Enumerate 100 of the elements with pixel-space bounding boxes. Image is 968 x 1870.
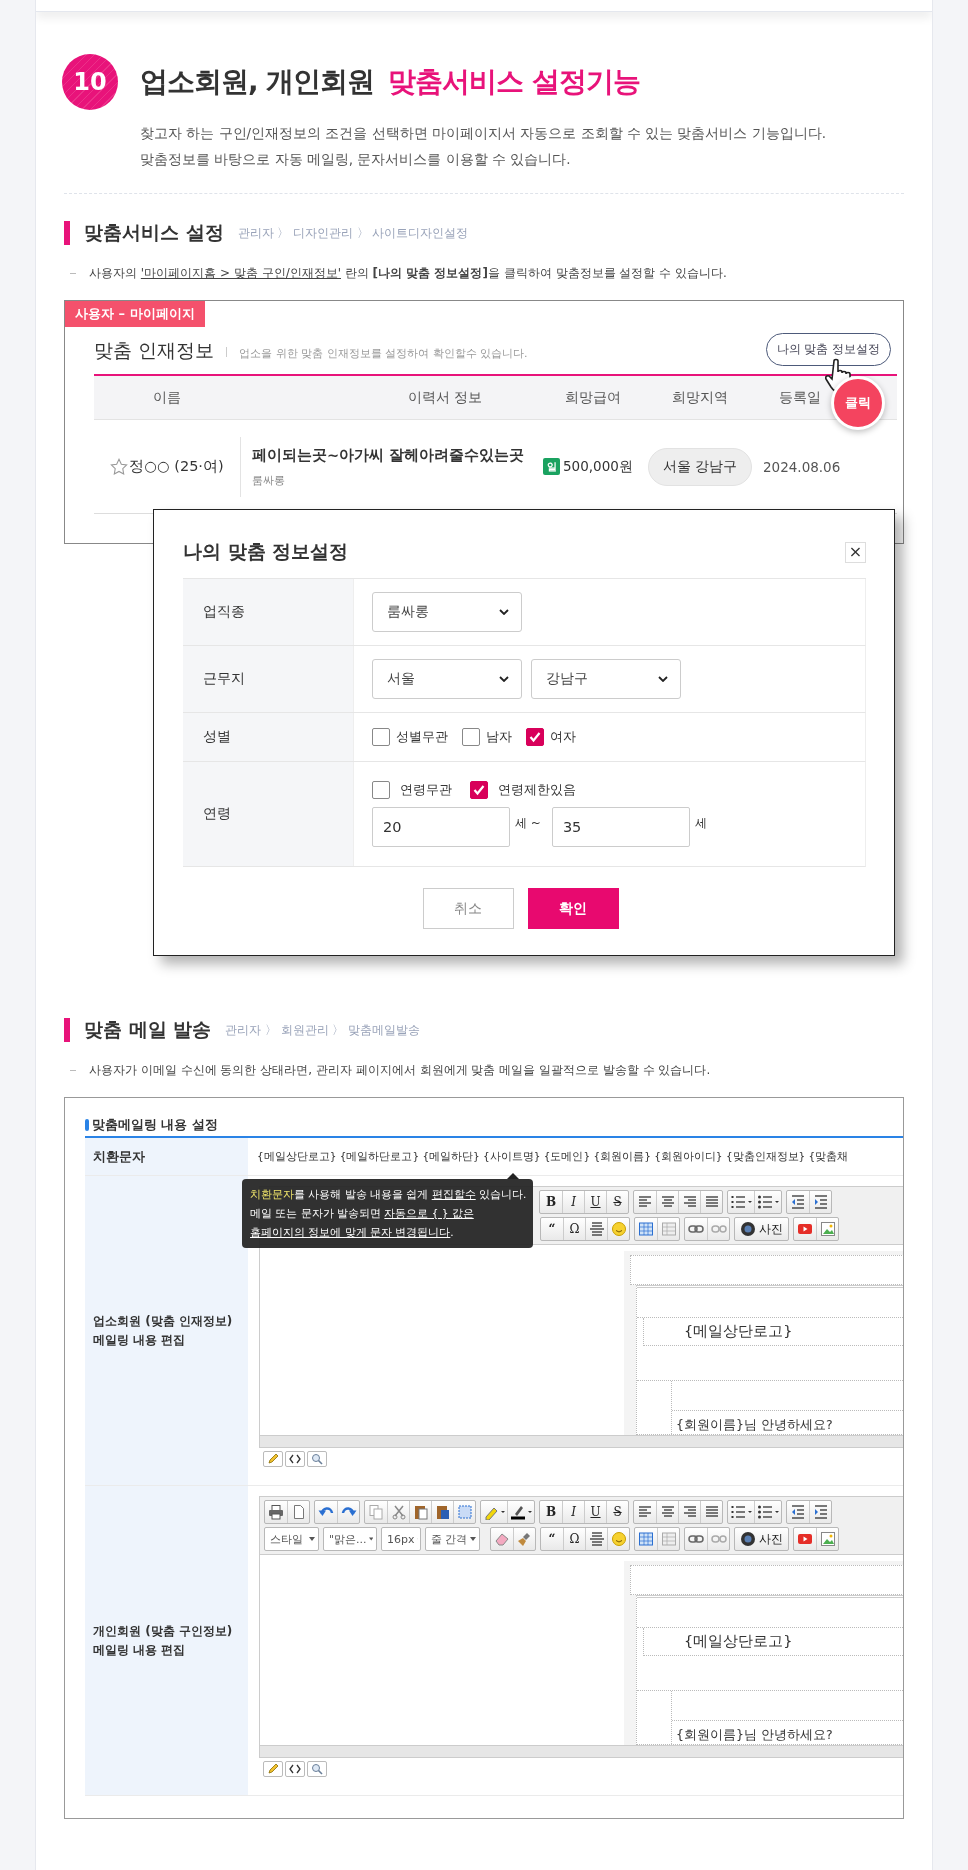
- description-text: 찾고자 하는 구인/인재정보의 조건을 선택하면 마이페이지서 자동으로 조회할 수 있는 맞춤서비스 기능입니다.: [140, 124, 828, 143]
- font-select[interactable]: "맑은...: [323, 1527, 377, 1551]
- unit-text: 세 ~: [515, 815, 541, 832]
- resume-title[interactable]: 페이되는곳~아가씨 잘헤아려줄수있는곳: [252, 445, 540, 465]
- settings-button[interactable]: 나의 맞춤 정보설정: [765, 333, 891, 366]
- indent-icon[interactable]: [812, 1504, 829, 1520]
- video-icon[interactable]: [797, 1531, 813, 1547]
- omega-button[interactable]: Ω: [563, 1218, 585, 1240]
- checkbox[interactable]: [526, 728, 544, 746]
- panel-title: 맞춤 인재정보: [94, 338, 215, 363]
- table-icon[interactable]: [638, 1531, 654, 1547]
- input-field[interactable]: 20: [372, 807, 510, 847]
- line-height-select[interactable]: 줄 간격: [425, 1527, 480, 1551]
- pencil-button[interactable]: [263, 1761, 283, 1777]
- align-left-icon[interactable]: [637, 1194, 653, 1210]
- column-header: 이름: [152, 388, 182, 407]
- confirm-button[interactable]: 확인: [527, 888, 619, 929]
- eraser-icon[interactable]: [494, 1531, 510, 1547]
- outdent-icon[interactable]: [790, 1194, 806, 1210]
- strikethrough-button[interactable]: S: [606, 1501, 628, 1523]
- copy-icon[interactable]: [368, 1504, 384, 1520]
- quote-button[interactable]: “: [541, 1218, 563, 1240]
- checkbox[interactable]: [462, 728, 480, 746]
- lines-icon[interactable]: [588, 1531, 605, 1547]
- align-right-icon[interactable]: [681, 1504, 698, 1520]
- lines-icon[interactable]: [588, 1221, 605, 1237]
- underline-button[interactable]: U: [584, 1191, 606, 1213]
- checkbox[interactable]: [372, 728, 390, 746]
- numbered-list-icon[interactable]: [730, 1504, 752, 1520]
- align-right-icon[interactable]: [681, 1194, 698, 1210]
- pay-type-badge: 일: [543, 458, 560, 475]
- field-label: 업직종: [183, 579, 354, 645]
- clipboard-icon[interactable]: [434, 1504, 451, 1520]
- bold-button[interactable]: B: [540, 1191, 562, 1213]
- quote-button[interactable]: “: [541, 1528, 563, 1550]
- checkbox-label: 남자: [486, 728, 512, 746]
- pencil-button[interactable]: [263, 1451, 283, 1467]
- image-icon[interactable]: [819, 1531, 836, 1547]
- token-list: {메일상단로고} {메일하단로고} {메일하단} {사이트명} {도메인} {회원이름} {회원아이디} {맞춤인재정보} {맞춤채: [257, 1149, 849, 1164]
- column-header: 희망지역: [671, 388, 729, 407]
- dashed-square-icon[interactable]: [456, 1504, 473, 1520]
- size-select[interactable]: 16px: [381, 1527, 421, 1551]
- column-header: 희망급여: [563, 388, 622, 407]
- indent-icon[interactable]: [812, 1194, 829, 1210]
- underline-button[interactable]: U: [584, 1501, 606, 1523]
- dropdown[interactable]: 강남구: [531, 659, 681, 699]
- breadcrumb: 관리자 〉 디자인관리 〉 사이트디자인설정: [237, 225, 469, 241]
- code-button[interactable]: [285, 1761, 305, 1777]
- dropdown[interactable]: 서울: [372, 659, 522, 699]
- page-title: 업소회원, 개인회원: [140, 64, 375, 100]
- image-icon[interactable]: [819, 1221, 836, 1237]
- star-icon[interactable]: [110, 457, 129, 476]
- clipboard-icon[interactable]: [412, 1504, 429, 1520]
- preview-text: {메일상단로고}: [684, 1632, 793, 1651]
- preview-text: {메일상단로고}: [684, 1322, 793, 1341]
- cancel-button[interactable]: 취소: [422, 888, 514, 929]
- chevron-down-icon: [499, 609, 509, 615]
- strikethrough-button[interactable]: S: [606, 1191, 628, 1213]
- pen-icon[interactable]: [510, 1504, 532, 1520]
- bullet-list-icon[interactable]: [757, 1194, 779, 1210]
- checkbox-label: 연령무관: [400, 781, 452, 799]
- style-select[interactable]: 스타일: [264, 1527, 319, 1551]
- table-icon[interactable]: [660, 1531, 677, 1547]
- outdent-icon[interactable]: [790, 1504, 806, 1520]
- justify-icon[interactable]: [703, 1194, 720, 1210]
- table-icon[interactable]: [660, 1221, 677, 1237]
- bullet-list-icon[interactable]: [757, 1504, 779, 1520]
- input-field[interactable]: 35: [551, 807, 690, 847]
- align-center-icon[interactable]: [659, 1194, 676, 1210]
- preview-text: {회원이름}님 안녕하세요?: [676, 1417, 833, 1432]
- table-icon[interactable]: [638, 1221, 654, 1237]
- numbered-list-icon[interactable]: [730, 1194, 752, 1210]
- heading-bar: [64, 1018, 70, 1042]
- justify-icon[interactable]: [703, 1504, 720, 1520]
- smiley-icon[interactable]: [610, 1221, 627, 1237]
- printer-icon[interactable]: [268, 1504, 284, 1520]
- photo-button[interactable]: 사진: [734, 1217, 789, 1241]
- code-button[interactable]: [285, 1451, 305, 1467]
- checkbox[interactable]: [470, 781, 488, 799]
- unit-text: 세: [694, 815, 707, 832]
- italic-button[interactable]: I: [562, 1501, 584, 1523]
- brush-icon[interactable]: [516, 1531, 533, 1547]
- smiley-icon[interactable]: [610, 1531, 627, 1547]
- video-icon[interactable]: [797, 1221, 813, 1237]
- checkbox-label: 성별무관: [396, 728, 448, 746]
- italic-button[interactable]: I: [562, 1191, 584, 1213]
- photo-button[interactable]: 사진: [734, 1527, 789, 1551]
- close-button[interactable]: ×: [845, 541, 866, 563]
- checkbox-label: 여자: [550, 728, 576, 746]
- region-badge: 서울 강남구: [647, 447, 753, 486]
- code-icon: [289, 1453, 301, 1465]
- preview-text: {회원이름}님 안녕하세요?: [676, 1727, 833, 1742]
- title-marker: [85, 1119, 89, 1131]
- dropdown[interactable]: 룸싸롱: [372, 592, 522, 632]
- align-left-icon[interactable]: [637, 1504, 653, 1520]
- omega-button[interactable]: Ω: [563, 1528, 585, 1550]
- align-center-icon[interactable]: [659, 1504, 676, 1520]
- checkbox[interactable]: [372, 781, 390, 799]
- scissors-icon[interactable]: [390, 1504, 407, 1520]
- bold-button[interactable]: B: [540, 1501, 562, 1523]
